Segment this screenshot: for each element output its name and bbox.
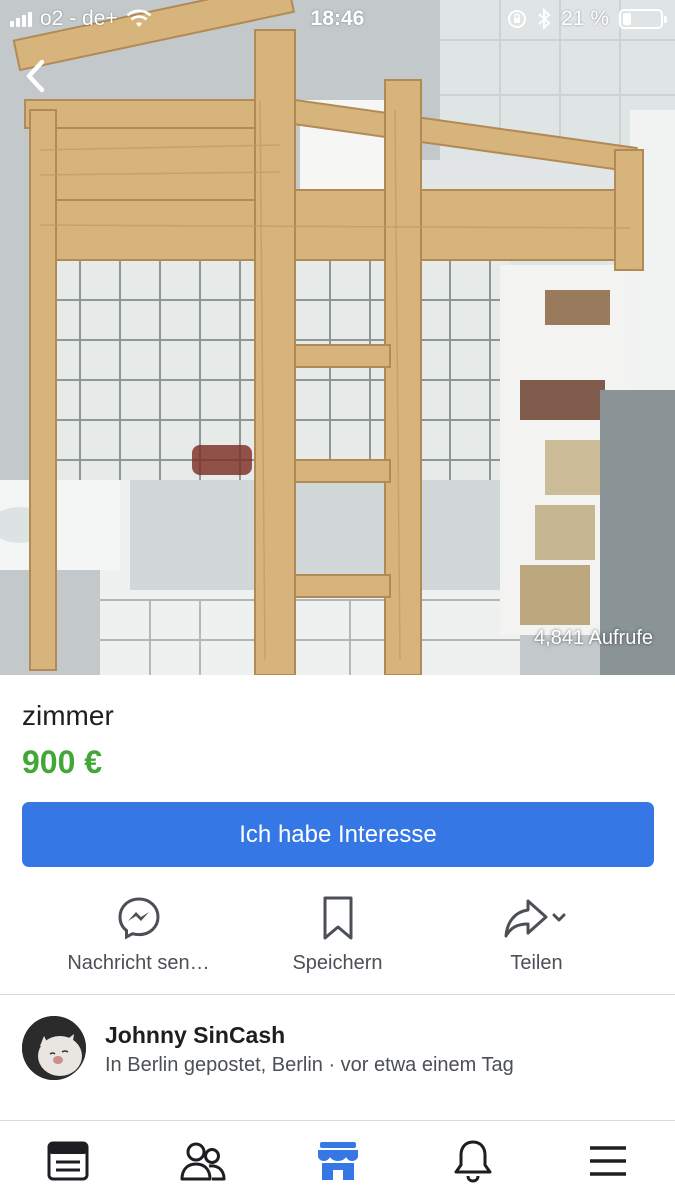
divider: [0, 994, 675, 995]
loft-bed-photo: [0, 0, 675, 675]
cat-avatar-image: [22, 1016, 86, 1080]
avatar[interactable]: [22, 1016, 86, 1080]
status-right-group: 21 %: [507, 7, 667, 31]
share-icon: [504, 899, 565, 938]
chevron-down-icon: [552, 913, 565, 922]
seller-name[interactable]: Johnny SinCash: [105, 1022, 285, 1049]
back-button[interactable]: [18, 56, 54, 96]
seller-info[interactable]: Johnny SinCash In Berlin gepostet, Berli…: [22, 1016, 662, 1086]
messenger-icon: [117, 897, 160, 940]
battery-level: [623, 13, 631, 25]
seller-location-time: In Berlin gepostet, Berlin · vor etwa ei…: [105, 1054, 514, 1076]
listing-price: 900 €: [22, 744, 103, 780]
bluetooth-icon: [538, 8, 551, 30]
listing-photo[interactable]: o2 - de+ 18:46 21 % 4,841 Aufrufe: [0, 0, 675, 675]
status-bar: o2 - de+ 18:46 21 %: [0, 0, 675, 40]
save-label: Speichern: [292, 952, 383, 974]
message-seller-label: Nachricht sen…: [67, 952, 210, 974]
battery-percent: 21 %: [561, 7, 609, 30]
battery-icon: [619, 9, 667, 29]
friends-icon: [180, 1142, 226, 1181]
tab-notifications[interactable]: [438, 1131, 508, 1191]
chevron-left-icon: [26, 59, 45, 93]
tab-bar: [0, 1120, 675, 1200]
bookmark-icon: [323, 896, 352, 940]
menu-icon: [590, 1146, 626, 1176]
tab-marketplace[interactable]: [303, 1131, 373, 1191]
share-label: Teilen: [510, 952, 563, 974]
listing-title: zimmer: [22, 700, 114, 731]
message-seller-button[interactable]: Nachricht sen…: [26, 893, 251, 983]
interest-button[interactable]: Ich habe Interesse: [22, 802, 654, 867]
tab-menu[interactable]: [573, 1131, 643, 1191]
news-feed-icon: [47, 1141, 89, 1181]
save-button[interactable]: Speichern: [225, 893, 450, 983]
share-button[interactable]: Teilen: [424, 893, 649, 983]
tab-news-feed[interactable]: [33, 1131, 103, 1191]
orientation-lock-icon: [508, 10, 527, 28]
tab-friends[interactable]: [168, 1131, 238, 1191]
marketplace-icon: [318, 1142, 358, 1180]
bell-icon: [454, 1140, 492, 1183]
view-count: 4,841 Aufrufe: [534, 627, 653, 649]
action-row: Nachricht sen… Speichern Teilen: [0, 893, 675, 983]
